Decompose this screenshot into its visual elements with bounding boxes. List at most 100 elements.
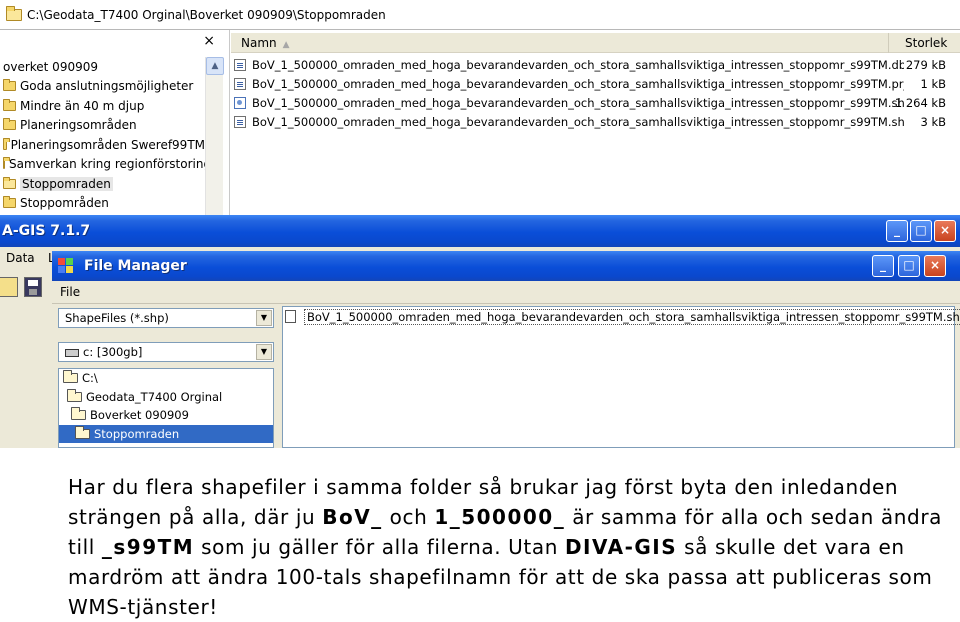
file-name: BoV_1_500000_omraden_med_hoga_bevarandev… <box>252 76 904 91</box>
tree-item[interactable]: overket 090909 <box>0 57 205 77</box>
close-button[interactable]: × <box>934 220 956 242</box>
chevron-down-icon[interactable]: ▼ <box>256 344 272 360</box>
maximize-button[interactable]: □ <box>898 255 920 277</box>
column-header-size[interactable]: Storlek <box>905 36 947 50</box>
column-header-name[interactable]: Namn ▲ <box>241 36 290 50</box>
file-name: BoV_1_500000_omraden_med_hoga_bevarandev… <box>252 114 904 129</box>
tree-item-label: Goda anslutningsmöjligheter <box>20 79 194 94</box>
diva-title: A-GIS 7.1.7 <box>2 223 91 239</box>
tree-item-label: Mindre än 40 m djup <box>20 98 145 113</box>
folder-icon <box>3 137 10 150</box>
shx-file-icon <box>234 115 246 128</box>
file-size: 1 264 kB <box>894 95 946 110</box>
file-row[interactable]: BoV_1_500000_omraden_med_hoga_bevarandev… <box>231 112 960 131</box>
open-icon[interactable] <box>0 277 18 297</box>
directory-item-selected[interactable]: Stoppomraden <box>59 424 273 443</box>
folder-open-icon <box>63 370 78 384</box>
tree-item[interactable]: Goda anslutningsmöjligheter <box>0 77 205 97</box>
file-list-item[interactable]: BoV_1_500000_omraden_med_hoga_bevarandev… <box>285 308 960 325</box>
caption-text: Har du flera shapefiler i samma folder s… <box>68 475 943 619</box>
folder-icon <box>3 157 10 170</box>
tree-item-label: Planeringsområden <box>20 118 137 133</box>
file-size: 3 kB <box>920 114 946 129</box>
prj-file-icon <box>234 77 246 90</box>
app-icon <box>58 258 74 274</box>
tree-item[interactable]: Samverkan kring regionförstoring <box>0 155 211 175</box>
drive-value: c: [300gb] <box>65 345 142 359</box>
file-name: BoV_1_500000_omraden_med_hoga_bevarandev… <box>252 57 904 72</box>
column-divider[interactable] <box>888 33 889 53</box>
folder-open-icon <box>6 5 22 21</box>
folder-open-icon <box>71 407 86 421</box>
file-manager-menu-bar: File <box>52 281 960 303</box>
file-name: BoV_1_500000_omraden_med_hoga_bevarandev… <box>304 308 960 325</box>
tree-item[interactable]: Planeringsområden <box>0 116 205 136</box>
tree-item-label: Stoppområden <box>20 196 109 211</box>
folder-open-icon <box>75 425 90 439</box>
dbf-file-icon <box>234 58 246 71</box>
file-size: 1 kB <box>920 76 946 91</box>
file-type-value: ShapeFiles (*.shp) <box>65 311 169 325</box>
drive-select[interactable]: c: [300gb] ▼ <box>58 342 274 362</box>
file-size: 279 kB <box>905 57 946 72</box>
shp-file-icon <box>234 96 246 109</box>
directory-list: C:\ Geodata_T7400 Orginal Boverket 09090… <box>58 368 274 448</box>
tree-item-selected[interactable]: Stoppomraden <box>0 174 205 194</box>
file-type-select[interactable]: ShapeFiles (*.shp) ▼ <box>58 308 274 328</box>
directory-label: Stoppomraden <box>94 426 180 441</box>
file-row[interactable]: BoV_1_500000_omraden_med_hoga_bevarandev… <box>231 93 960 112</box>
folder-icon <box>3 98 16 111</box>
directory-label: C:\ <box>82 371 98 386</box>
tree-item[interactable]: Stoppområden <box>0 194 205 214</box>
file-manager-title-bar[interactable]: File Manager _ □ × <box>52 251 960 281</box>
tree-item-label: Stoppomraden <box>20 176 113 191</box>
folder-tree: overket 090909 Goda anslutningsmöjlighet… <box>0 57 211 214</box>
folder-icon <box>3 118 16 131</box>
maximize-button[interactable]: □ <box>910 220 932 242</box>
menu-data[interactable]: Data <box>6 251 35 265</box>
tree-item[interactable]: Planeringsområden Sweref99TM <box>0 135 205 155</box>
sort-ascending-icon: ▲ <box>282 40 290 50</box>
address-text: C:\Geodata_T7400 Orginal\Boverket 090909… <box>27 7 386 22</box>
folder-open-icon <box>67 388 82 402</box>
directory-label: Boverket 090909 <box>90 408 189 423</box>
highlight-diva: DIVA-GIS <box>564 535 678 559</box>
directory-item[interactable]: C:\ <box>59 369 273 388</box>
explorer-window: C:\Geodata_T7400 Orginal\Boverket 090909… <box>0 0 960 215</box>
highlight-bov: BoV_ <box>322 505 383 529</box>
directory-item[interactable]: Geodata_T7400 Orginal <box>59 388 273 407</box>
close-button[interactable]: × <box>924 255 946 277</box>
file-list-header: Namn ▲ Storlek <box>231 33 960 53</box>
address-bar[interactable]: C:\Geodata_T7400 Orginal\Boverket 090909… <box>0 0 960 30</box>
menu-file[interactable]: File <box>60 285 80 299</box>
directory-item[interactable]: Boverket 090909 <box>59 406 273 425</box>
diva-toolbar <box>0 271 50 305</box>
diva-gis-window: A-GIS 7.1.7 _ □ × Data L File Manager _ … <box>0 215 960 448</box>
minimize-button[interactable]: _ <box>872 255 894 277</box>
diva-title-bar[interactable]: A-GIS 7.1.7 _ □ × <box>0 215 960 247</box>
tree-item-label: Planeringsområden Sweref99TM <box>10 137 205 152</box>
save-icon[interactable] <box>24 277 42 297</box>
scroll-up-icon[interactable]: ▲ <box>206 57 224 75</box>
highlight-scale: 1_500000_ <box>434 505 566 529</box>
folder-tree-pane: × overket 090909 Goda anslutningsmöjligh… <box>0 30 230 215</box>
file-name: BoV_1_500000_omraden_med_hoga_bevarandev… <box>252 95 904 110</box>
tree-item-label: overket 090909 <box>3 59 98 74</box>
close-icon[interactable]: × <box>203 33 215 49</box>
file-row[interactable]: BoV_1_500000_omraden_med_hoga_bevarandev… <box>231 55 960 74</box>
file-row[interactable]: BoV_1_500000_omraden_med_hoga_bevarandev… <box>231 74 960 93</box>
divider <box>52 303 960 304</box>
chevron-down-icon[interactable]: ▼ <box>256 310 272 326</box>
minimize-button[interactable]: _ <box>886 220 908 242</box>
file-list: BoV_1_500000_omraden_med_hoga_bevarandev… <box>231 55 960 131</box>
highlight-suffix: _s99TM <box>101 535 195 559</box>
tree-item-label: Samverkan kring regionförstoring <box>9 157 212 172</box>
file-manager-title: File Manager <box>84 258 187 274</box>
file-icon <box>285 310 296 323</box>
tree-item[interactable]: Mindre än 40 m djup <box>0 96 205 116</box>
file-list-pane: Namn ▲ Storlek BoV_1_500000_omraden_med_h… <box>231 30 960 215</box>
file-listbox: BoV_1_500000_omraden_med_hoga_bevarandev… <box>282 306 960 448</box>
tree-scrollbar[interactable]: ▲ <box>205 57 224 215</box>
file-manager-dialog: File Manager _ □ × File ShapeFiles (*.sh… <box>52 251 960 448</box>
folder-open-icon <box>3 176 16 189</box>
